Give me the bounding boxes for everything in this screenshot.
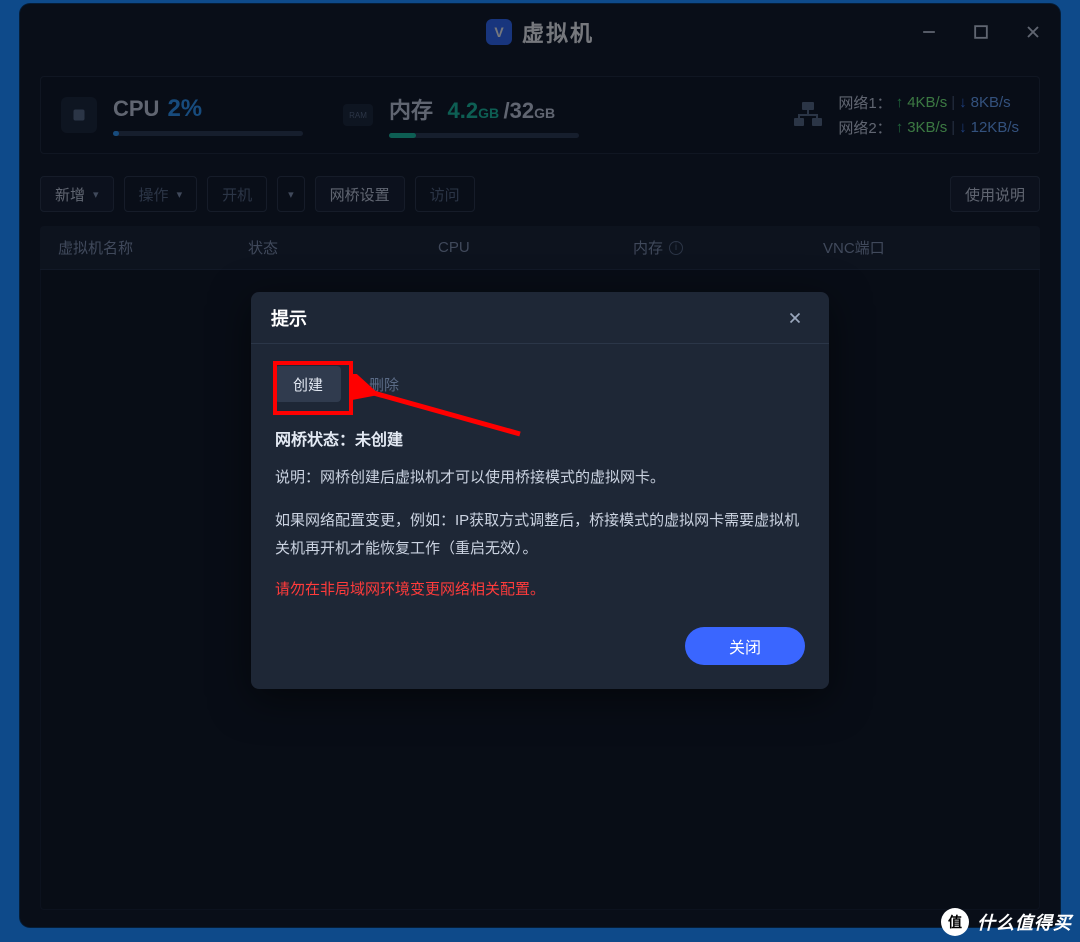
- watermark-badge: 值: [941, 908, 969, 936]
- modal-title: 提示: [271, 305, 307, 331]
- modal-desc-2: 如果网络配置变更，例如：IP获取方式调整后，桥接模式的虚拟网卡需要虚拟机关机再开…: [275, 507, 805, 564]
- annotation-arrow: [350, 374, 530, 444]
- modal-close-primary-button[interactable]: 关闭: [685, 627, 805, 665]
- annotation-rect: [273, 361, 353, 415]
- app-window: V 虚拟机 CPU2% RAM 内存 4.2GB /3: [20, 4, 1060, 927]
- modal-dialog: 提示 创建 删除 网桥状态：未创建 说明：网桥创建后虚拟机才可以使用桥接模式的虚…: [251, 292, 829, 689]
- modal-close-button[interactable]: [781, 304, 809, 332]
- modal-footer: 关闭: [251, 609, 829, 689]
- modal-warning: 请勿在非局域网环境变更网络相关配置。: [275, 578, 805, 599]
- modal-titlebar: 提示: [251, 292, 829, 344]
- modal-desc-1: 说明：网桥创建后虚拟机才可以使用桥接模式的虚拟网卡。: [275, 464, 805, 493]
- watermark-text: 什么值得买: [977, 909, 1072, 935]
- modal-overlay: 提示 创建 删除 网桥状态：未创建 说明：网桥创建后虚拟机才可以使用桥接模式的虚…: [20, 4, 1060, 927]
- watermark: 值 什么值得买: [941, 908, 1072, 936]
